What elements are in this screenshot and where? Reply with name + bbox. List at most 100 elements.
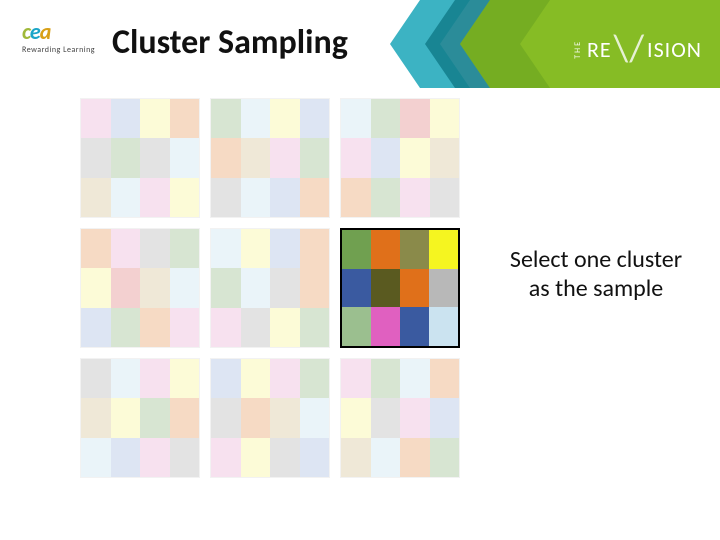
brand-pre: RE [587, 36, 612, 63]
logo-letter-c: c [22, 18, 30, 45]
brand-post: ISION [647, 36, 702, 63]
cell [81, 178, 111, 217]
cell [81, 268, 111, 307]
cell [170, 398, 200, 437]
cell [341, 178, 371, 217]
cell [270, 438, 300, 477]
cell [241, 268, 271, 307]
cell [300, 398, 330, 437]
cell [341, 398, 371, 437]
caption-line2: as the sample [529, 274, 663, 303]
cell [430, 178, 460, 217]
cell [270, 268, 300, 307]
cell [241, 178, 271, 217]
cell [211, 268, 241, 307]
cell [429, 230, 458, 269]
cell [371, 398, 401, 437]
cell [400, 230, 429, 269]
cell [111, 178, 141, 217]
cell [81, 229, 111, 268]
cell [211, 138, 241, 177]
cell [270, 359, 300, 398]
cell [81, 438, 111, 477]
cell [429, 307, 458, 346]
cell [341, 359, 371, 398]
slide-title: Cluster Sampling [112, 22, 348, 63]
cell [81, 359, 111, 398]
cluster [340, 98, 460, 218]
cell [211, 229, 241, 268]
cell [400, 178, 430, 217]
logo-tagline: Rewarding Learning [22, 45, 95, 55]
cell [211, 99, 241, 138]
cell [111, 229, 141, 268]
cell [241, 308, 271, 347]
cell [371, 307, 400, 346]
cell [211, 308, 241, 347]
cell [400, 138, 430, 177]
cell [81, 99, 111, 138]
cell [371, 269, 400, 308]
slide-header: cea Rewarding Learning Cluster Sampling … [0, 0, 720, 88]
cell [371, 230, 400, 269]
cell [140, 359, 170, 398]
cell [270, 308, 300, 347]
cell [300, 138, 330, 177]
cell [81, 138, 111, 177]
cell [270, 138, 300, 177]
logo-letter-a: a [40, 18, 51, 45]
cell [300, 308, 330, 347]
cell [211, 438, 241, 477]
cell [140, 178, 170, 217]
cell [140, 308, 170, 347]
cell [140, 138, 170, 177]
cea-logo: cea Rewarding Learning [22, 18, 95, 55]
cluster [210, 358, 330, 478]
cell [111, 268, 141, 307]
cell [342, 307, 371, 346]
cell [342, 230, 371, 269]
cell [111, 99, 141, 138]
cluster [80, 98, 200, 218]
cell [170, 178, 200, 217]
logo-main: cea [22, 18, 95, 45]
cell [371, 178, 401, 217]
cell [170, 99, 200, 138]
cell [111, 138, 141, 177]
cell [111, 438, 141, 477]
cell [140, 99, 170, 138]
revision-brand: THE RE\/ISION [573, 26, 702, 72]
cluster-selected [340, 228, 460, 348]
cell [400, 398, 430, 437]
cell [241, 438, 271, 477]
cell [140, 229, 170, 268]
cell [270, 229, 300, 268]
logo-letter-e: e [30, 18, 40, 45]
cell [170, 359, 200, 398]
cluster [210, 228, 330, 348]
cell [371, 359, 401, 398]
cell [170, 438, 200, 477]
cell [341, 99, 371, 138]
cell [371, 438, 401, 477]
cell [241, 229, 271, 268]
cell [270, 398, 300, 437]
cell [300, 229, 330, 268]
caption-text: Select one cluster as the sample [486, 246, 706, 304]
cell [241, 359, 271, 398]
cell [341, 138, 371, 177]
cell [300, 359, 330, 398]
brand-sep: \/ [614, 26, 645, 72]
cell [341, 438, 371, 477]
cell [270, 99, 300, 138]
caption-line1: Select one cluster [510, 245, 682, 274]
cell [400, 438, 430, 477]
cell [400, 269, 429, 308]
cell [170, 138, 200, 177]
cell [300, 268, 330, 307]
cell [241, 398, 271, 437]
cell [371, 138, 401, 177]
cell [300, 178, 330, 217]
cell [430, 99, 460, 138]
cell [170, 308, 200, 347]
